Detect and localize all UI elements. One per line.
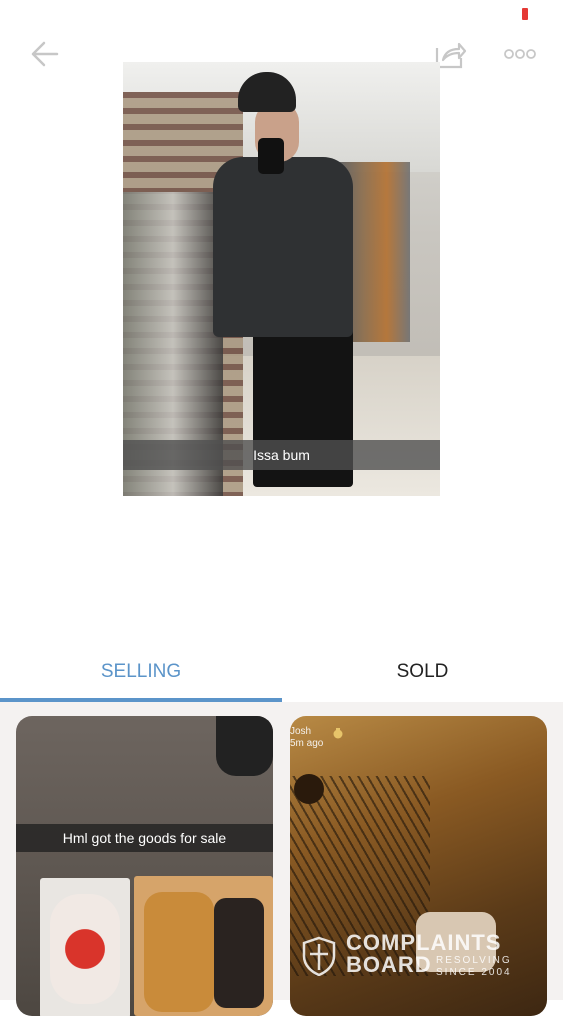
profile-photo[interactable]: Issa bum [123, 62, 440, 496]
arrow-left-icon [29, 40, 59, 73]
watermark-tagline: SINCE 2004 [436, 967, 512, 978]
watermark-subtitle: BOARD [346, 952, 432, 977]
money-bag-icon [332, 726, 344, 739]
shield-logo-icon [302, 936, 336, 981]
more-horizontal-icon [503, 47, 537, 65]
listing-tabs: SELLING SOLD [0, 646, 563, 702]
photo-person-body [213, 157, 353, 337]
listing-user-tag: Josh 5m ago [290, 726, 323, 750]
more-options-button[interactable] [500, 42, 540, 70]
listing-caption: Hml got the goods for sale [16, 824, 273, 852]
watermark-title: COMPLAINTS [346, 930, 502, 955]
status-indicator [522, 8, 528, 20]
listing-photo-object [216, 716, 273, 776]
listing-card[interactable]: Hml got the goods for sale [16, 716, 273, 1016]
back-button[interactable] [26, 38, 62, 74]
watermark: COMPLAINTS BOARD RESOLVING SINCE 2004 [302, 932, 542, 982]
listing-photo-boot [144, 892, 214, 1012]
listing-photo-knob [294, 774, 324, 804]
photo-phone [258, 138, 284, 174]
tab-selling[interactable]: SELLING [0, 646, 282, 698]
listing-photo-sneaker [50, 894, 120, 1004]
tab-sold[interactable]: SOLD [282, 646, 563, 698]
watermark-tagline: RESOLVING [436, 955, 512, 966]
listing-photo-boot [214, 898, 264, 1008]
listing-time-ago: 5m ago [290, 738, 324, 749]
photo-caption: Issa bum [123, 440, 440, 470]
listing-user-name: Josh [290, 726, 312, 737]
